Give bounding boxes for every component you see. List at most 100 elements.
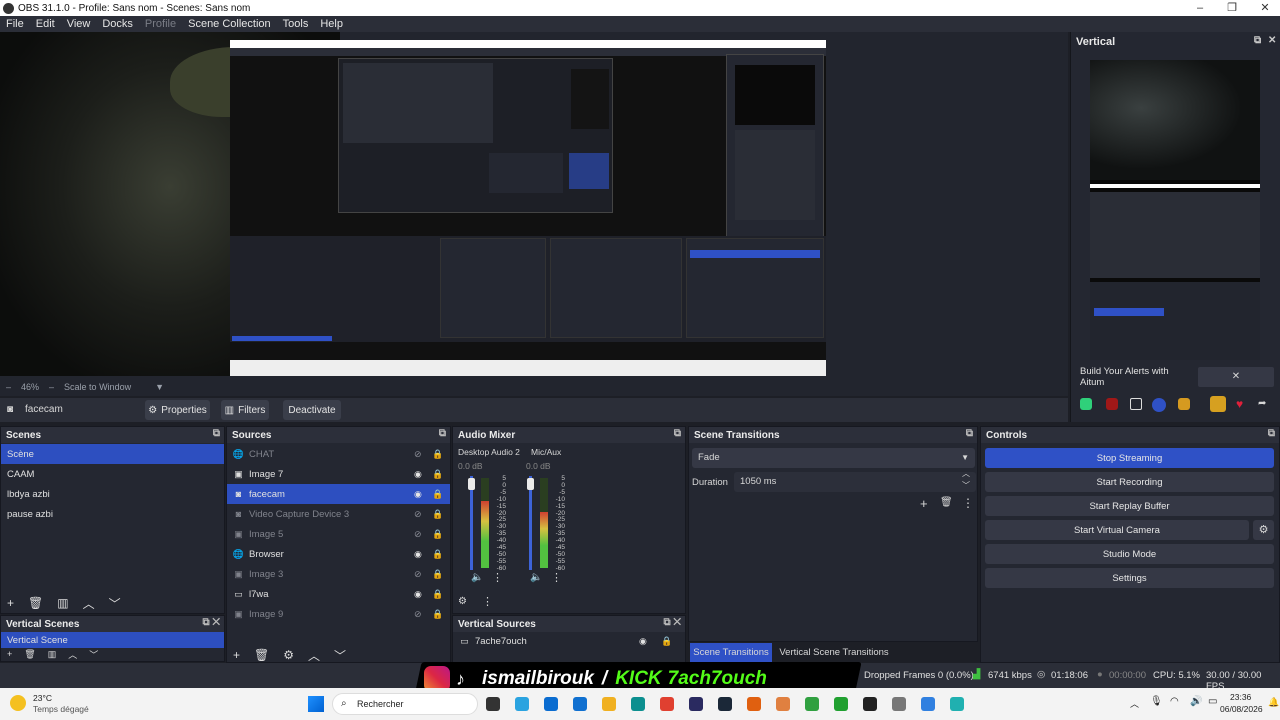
eye-hidden-icon[interactable]: ⊘ [414,529,422,540]
lock-icon[interactable]: 🔒 [661,636,672,647]
edge-icon[interactable] [631,697,645,711]
properties-button[interactable]: ⚙ Properties [145,400,210,420]
float-icon[interactable]: ⧉ [966,428,973,439]
eye-hidden-icon[interactable]: ⊘ [414,449,422,460]
close-button[interactable]: ✕ [1250,0,1280,16]
gear-icon[interactable]: ⚙ [283,648,294,662]
folder-icon[interactable] [602,697,616,711]
stream-icon[interactable] [1106,398,1118,410]
move-up-icon[interactable]: ︿ [68,648,77,661]
chevron-up-icon[interactable]: ︿ [1130,697,1139,710]
chrome-icon[interactable] [660,697,674,711]
start-virtual-camera-button[interactable]: Start Virtual Camera [985,520,1249,540]
float-icon[interactable]: ⧉ [213,428,220,439]
mic-icon[interactable]: 🎙 [1150,696,1163,707]
share-icon[interactable]: ➦ [1258,398,1270,410]
eye-hidden-icon[interactable]: ⊘ [414,609,422,620]
wifi-icon[interactable]: ◠ [1170,696,1179,707]
heart-icon[interactable]: ♥ [1236,398,1248,410]
lock-icon[interactable]: 🔒 [432,529,443,540]
lock-icon[interactable]: 🔒 [432,469,443,480]
eye-hidden-icon[interactable]: ⊘ [414,569,422,580]
volume-slider[interactable] [529,476,532,570]
square-icon[interactable] [1130,398,1142,410]
chevron-down-icon[interactable]: ▼ [155,382,164,392]
menu-scene-collection[interactable]: Scene Collection [182,18,277,30]
maximize-button[interactable]: ❐ [1217,0,1247,16]
filters-button[interactable]: ▥ Filters [221,400,269,420]
float-icon[interactable]: ⧉ [1268,428,1275,439]
menu-dots-icon[interactable]: ⋮ [551,571,562,584]
float-icon[interactable]: ⧉ [674,428,681,439]
lock-icon[interactable]: 🔒 [432,549,443,560]
volume-icon[interactable]: 🔊 [1190,696,1202,707]
settings-button[interactable]: Settings [985,568,1274,588]
eye-icon[interactable]: ◉ [414,489,422,500]
float-icon[interactable]: ⧉ [439,428,446,439]
lock-icon[interactable]: 🔒 [432,509,443,520]
move-down-icon[interactable]: ﹀ [109,595,121,612]
scene-item[interactable]: Scène [1,444,224,464]
alert-banner[interactable]: Build Your Alerts with Aitum [1074,366,1194,388]
zoom-in-button[interactable]: – [49,382,54,392]
chrome-alt-icon[interactable] [805,697,819,711]
source-item[interactable]: ◙ facecam ◉ 🔒 [227,484,450,504]
filter-icon[interactable]: ▥ [48,649,57,660]
scale-mode[interactable]: Scale to Window [64,382,131,392]
vertical-scene-item[interactable]: Vertical Scene [1,632,224,648]
speaker-icon[interactable]: 🔈 [471,572,483,583]
close-icon[interactable]: ⧉ ✕ [202,617,220,628]
minimize-button[interactable]: – [1185,0,1215,16]
trash-icon[interactable]: 🗑 [28,596,43,610]
alert-dismiss-button[interactable]: ✕ [1198,367,1274,387]
speaker-icon[interactable]: 🔈 [530,572,542,583]
zoom-out-button[interactable]: – [6,382,11,392]
source-item[interactable]: ▣ Image 3 ⊘ 🔒 [227,564,450,584]
move-up-icon[interactable]: ︿ [308,647,320,664]
obs-icon[interactable] [689,697,703,711]
steam-icon[interactable] [718,697,732,711]
close-icon[interactable]: ✕ [1268,35,1276,46]
source-item[interactable]: ▣ Image 7 ◉ 🔒 [227,464,450,484]
volume-slider[interactable] [470,476,473,570]
source-item[interactable]: 🌐 CHAT ⊘ 🔒 [227,444,450,464]
volume-slider-knob[interactable] [468,478,475,490]
trash-icon[interactable]: 🗑 [940,497,953,508]
settings-icon[interactable] [892,697,906,711]
eye-icon[interactable]: ◉ [639,636,647,647]
source-item[interactable]: 🌐 Browser ◉ 🔒 [227,544,450,564]
obs-alt-icon[interactable] [863,697,877,711]
taskbar-search[interactable]: ⌕ Rechercher [332,693,478,715]
gear-icon[interactable] [1210,396,1226,412]
lock-icon[interactable]: 🔒 [432,569,443,580]
source-item[interactable]: ▭ l7wa ◉ 🔒 [227,584,450,604]
notification-icon[interactable]: 🔔 [1268,697,1279,708]
float-icon[interactable]: ⧉ [1254,35,1261,46]
outlook-icon[interactable] [573,697,587,711]
source-item[interactable]: ▣ Image 9 ⊘ 🔒 [227,604,450,624]
telegram-icon[interactable] [515,697,529,711]
chrome-beta-icon[interactable] [921,697,935,711]
trash-icon[interactable]: 🗑 [254,648,269,662]
menu-docks[interactable]: Docks [96,18,139,30]
menu-dots-icon[interactable]: ⋮ [492,571,503,584]
add-icon[interactable]: + [7,649,12,659]
battery-icon[interactable]: ▭ [1208,696,1217,707]
lock-icon[interactable]: 🔒 [432,589,443,600]
start-recording-button[interactable]: Start Recording [985,472,1274,492]
app-icon[interactable] [776,697,790,711]
monitor-icon[interactable] [1178,398,1190,410]
start-replay-buffer-button[interactable]: Start Replay Buffer [985,496,1274,516]
app-icon[interactable] [950,697,964,711]
lock-icon[interactable]: 🔒 [432,449,443,460]
stop-streaming-button[interactable]: Stop Streaming [985,448,1274,468]
eye-icon[interactable]: ◉ [414,589,422,600]
store-icon[interactable] [544,697,558,711]
filter-icon[interactable]: ▥ [57,596,68,610]
vertical-source-item[interactable]: ▭ 7ache7ouch ◉ 🔒 [453,632,685,650]
menu-dots-icon[interactable]: ⋮ [482,595,493,608]
scene-item[interactable]: CAAM [1,464,224,484]
eye-icon[interactable]: ◉ [414,549,422,560]
menu-help[interactable]: Help [314,18,349,30]
deactivate-button[interactable]: Deactivate [283,400,341,420]
